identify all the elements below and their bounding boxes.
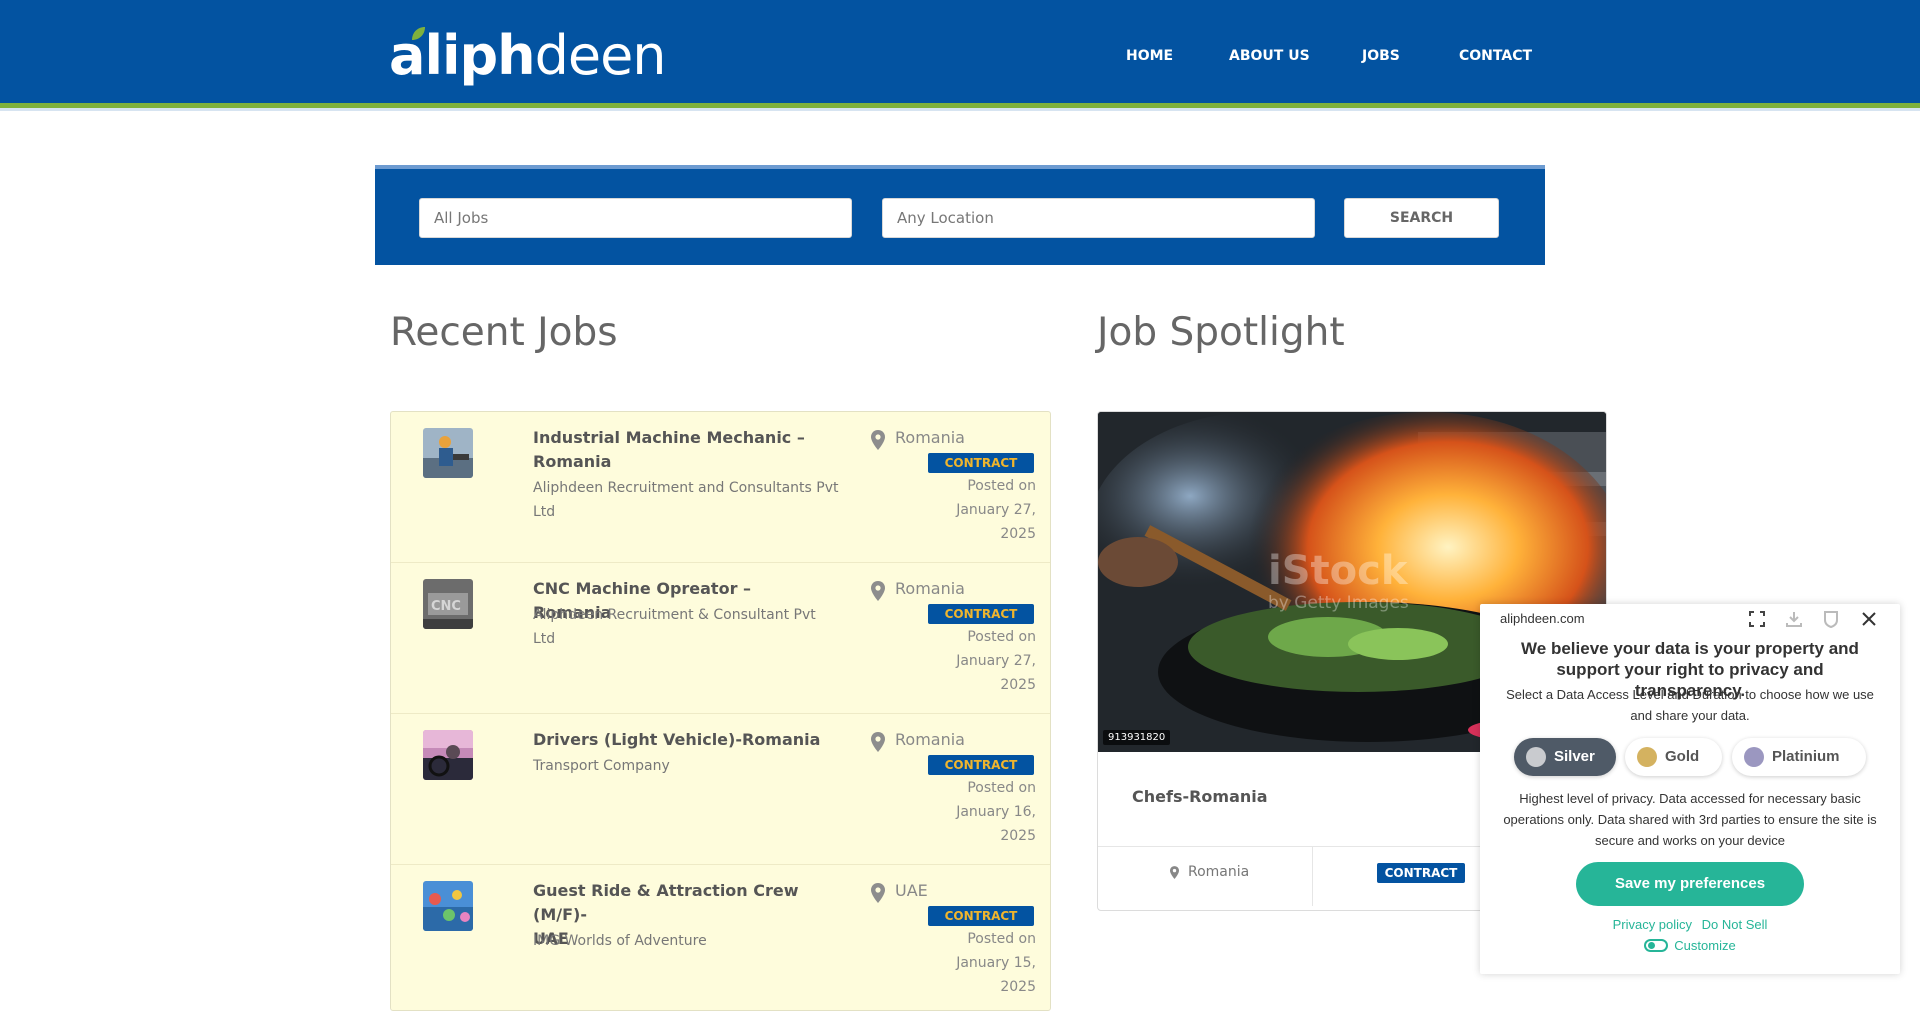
posted-date: Posted on January 27, 2025 [956,629,1036,693]
level-gold-button[interactable]: Gold [1625,738,1722,776]
consent-description: Highest level of privacy. Data accessed … [1503,791,1877,848]
job-location: Romania [895,730,965,749]
job-location: UAE [895,881,928,900]
job-location: Romania [895,579,965,598]
level-label: Gold [1665,748,1700,765]
job-location: Romania [895,428,965,447]
job-company: IMG Worlds of Adventure [533,933,707,949]
level-platinium-button[interactable]: Platinium [1732,738,1866,776]
svg-text:CNC: CNC [431,599,461,614]
level-silver-button[interactable]: Silver [1514,738,1616,776]
posted-date: Posted on January 15, 2025 [956,931,1036,995]
close-icon[interactable] [1858,608,1880,630]
spotlight-job-title[interactable]: Chefs-Romania [1132,787,1268,806]
job-company: Transport Company [533,758,670,774]
consent-links: Privacy policy Do Not Sell [1480,915,1900,935]
ride-thumbnail[interactable] [423,881,473,931]
download-icon[interactable] [1783,608,1805,630]
location-select[interactable]: Any Location [882,198,1315,238]
site-header: aliphdeen HOME ABOUT US JOBS CONTACT [0,0,1920,111]
job-row[interactable]: CNC CNC Machine Opreator – Romania Aliph… [391,563,1050,714]
customize-label: Customize [1674,938,1736,953]
spotlight-location: Romania [1188,864,1250,880]
expand-icon[interactable] [1746,608,1768,630]
recent-jobs-title: Recent Jobs [390,310,618,355]
save-preferences-button[interactable]: Save my preferences [1576,862,1804,906]
job-row[interactable]: Industrial Machine Mechanic – Romania Ali… [391,412,1050,563]
location-pin-icon [871,732,885,752]
job-company: Aliphdeen Recruitment and Consultants Pv… [533,480,839,520]
leaf-icon [412,27,425,40]
image-id-badge: 913931820 [1103,730,1171,745]
silver-dot-icon [1526,747,1546,767]
site-logo[interactable]: aliphdeen [389,24,667,87]
gold-dot-icon [1637,747,1657,767]
nav-about-us[interactable]: ABOUT US [1229,48,1310,64]
level-label: Platinium [1772,748,1840,765]
driver-thumbnail[interactable] [423,730,473,780]
posted-date: Posted on January 27, 2025 [956,478,1036,542]
watermark-text: iStock [1268,548,1409,594]
location-pin-icon [1170,866,1179,879]
level-label: Silver [1554,748,1595,765]
contract-badge: CONTRACT [928,906,1034,926]
search-button[interactable]: SEARCH [1344,198,1499,238]
location-pin-icon [871,430,885,450]
job-row[interactable]: Guest Ride & Attraction Crew (M/F)- UAE I… [391,865,1050,1016]
logo-text-thin: deen [534,24,667,87]
platinium-dot-icon [1744,747,1764,767]
job-title[interactable]: Drivers (Light Vehicle)-Romania [533,728,833,752]
toggle-icon[interactable] [1644,939,1669,952]
contract-badge: CONTRACT [928,604,1034,624]
job-search-bar: All Jobs Any Location SEARCH [375,165,1545,265]
do-not-sell-link[interactable]: Do Not Sell [1702,917,1768,932]
nav-jobs[interactable]: JOBS [1362,48,1400,64]
privacy-consent-dialog: aliphdeen.com We believe your data is yo… [1480,604,1900,974]
recent-jobs-list: Industrial Machine Mechanic – Romania Ali… [390,411,1051,1011]
privacy-policy-link[interactable]: Privacy policy [1613,917,1692,932]
contract-badge: CONTRACT [928,755,1034,775]
shield-icon[interactable] [1820,608,1842,630]
posted-date: Posted on January 16, 2025 [956,780,1036,844]
keyword-select[interactable]: All Jobs [419,198,852,238]
job-row[interactable]: Drivers (Light Vehicle)-Romania Transpor… [391,714,1050,865]
mechanic-thumbnail[interactable] [423,428,473,478]
divider [1312,846,1313,906]
customize-toggle[interactable]: Customize [1480,936,1900,956]
job-title[interactable]: Industrial Machine Mechanic – Romania [533,426,813,474]
contract-badge: CONTRACT [928,453,1034,473]
contract-badge: CONTRACT [1377,863,1465,883]
nav-home[interactable]: HOME [1126,48,1173,64]
nav-contact[interactable]: CONTACT [1459,48,1532,64]
watermark-subtext: by Getty Images [1268,593,1409,613]
job-spotlight-title: Job Spotlight [1097,310,1345,355]
consent-domain: aliphdeen.com [1500,611,1585,626]
location-pin-icon [871,883,885,903]
location-pin-icon [871,581,885,601]
cnc-thumbnail[interactable]: CNC [423,579,473,629]
job-company: Aliphdeen Recruitment & Consultant Pvt Lt… [533,607,816,647]
consent-subtext: Select a Data Access Level and Duration … [1506,687,1874,723]
